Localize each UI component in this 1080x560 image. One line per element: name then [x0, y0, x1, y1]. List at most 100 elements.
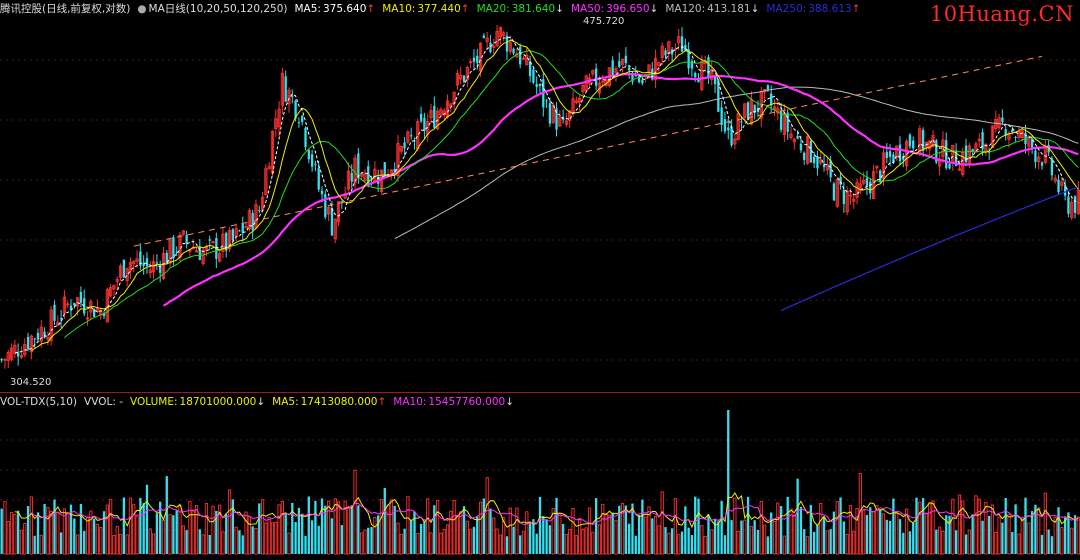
candle-body-268 [885, 151, 888, 159]
stock-title: 腾讯控股(日线,前复权,对数) [0, 3, 131, 15]
volume-bar-46 [151, 533, 156, 555]
candle-body-180 [594, 68, 598, 86]
volume-bar-13 [43, 503, 46, 554]
volume-bar-68 [225, 514, 228, 554]
volume-bar-326 [1076, 516, 1080, 555]
volume-bar-74 [244, 511, 248, 555]
volume-bar-112 [370, 526, 373, 554]
volume-bars [0, 410, 1080, 555]
candle-body-246 [812, 156, 816, 164]
volume-bar-244 [805, 536, 810, 555]
volume-bar-155 [512, 526, 515, 554]
ma-item-0-arrow: ↑ [366, 3, 376, 15]
volume-bar-290 [957, 494, 962, 555]
volume-bar-311 [1027, 522, 1031, 555]
volume-bar-50 [165, 476, 168, 554]
candle-body-127 [419, 113, 423, 122]
volume-bar-277 [915, 497, 918, 554]
volume-bar-284 [938, 526, 942, 555]
candle-body-94 [310, 154, 314, 167]
grid-lines [0, 59, 1080, 531]
volume-bar-119 [393, 505, 396, 554]
volume-bar-63 [208, 534, 211, 554]
volume-bar-15 [49, 510, 53, 555]
candle-body-11 [36, 332, 40, 340]
volume-bar-105 [346, 506, 351, 555]
volume-bar-261 [862, 509, 866, 555]
candle-body-86 [284, 76, 287, 102]
ma10-line [31, 39, 1079, 352]
volume-bar-317 [1047, 529, 1050, 554]
volume-bar-203 [670, 528, 674, 554]
volume-bar-249 [822, 517, 826, 554]
volume-bar-144 [476, 516, 479, 554]
volume-bar-53 [175, 510, 178, 554]
candle-body-206 [680, 36, 684, 52]
volume-bar-38 [125, 534, 129, 555]
candle-body-251 [829, 160, 832, 178]
volume-bar-86 [284, 513, 287, 554]
ma-item-0: MA5: 375.640↑ [295, 3, 376, 15]
candle-body-144 [476, 55, 479, 63]
volume-bar-256 [845, 533, 849, 555]
volume-bar-37 [122, 497, 126, 554]
volume-bar-303 [1001, 522, 1004, 554]
candle-body-73 [241, 223, 244, 233]
candle-body-303 [1001, 117, 1004, 123]
volume-bar-222 [733, 497, 737, 555]
volume-bar-192 [634, 535, 637, 554]
volume-bar-59 [194, 504, 199, 555]
volume-bar-35 [115, 526, 119, 555]
indicator-dot: ● [137, 3, 147, 15]
volume-bar-198 [653, 515, 658, 555]
volume-bar-275 [908, 531, 912, 554]
candle-body-218 [720, 107, 723, 126]
volume-bar-234 [772, 520, 777, 555]
candle-body-98 [324, 194, 327, 218]
volume-bar-80 [264, 522, 268, 555]
vol-item-1-label: MA5: [272, 396, 299, 408]
volume-bar-1 [3, 501, 7, 555]
volume-header: VOL-TDX(5,10) VVOL: - VOLUME: 18701000.000↓… [0, 393, 528, 411]
vol-item-2-label: MA10: [393, 396, 427, 408]
volume-bar-150 [495, 528, 499, 555]
candle-body-214 [707, 57, 710, 79]
candle-body-194 [641, 79, 644, 84]
candle-body-131 [433, 105, 436, 128]
volume-bar-295 [974, 495, 978, 555]
volume-bar-118 [389, 499, 393, 555]
volume-bar-120 [396, 522, 400, 555]
volume-bar-9 [29, 496, 33, 555]
volume-bar-210 [694, 496, 697, 554]
candle-body-201 [664, 50, 667, 56]
volume-bar-221 [730, 520, 733, 554]
volume-bar-89 [294, 522, 297, 554]
volume-bar-199 [657, 525, 661, 555]
volume-bar-109 [360, 532, 364, 555]
volume-bar-211 [697, 498, 700, 554]
candle-body-63 [208, 239, 211, 241]
volume-bar-163 [538, 496, 542, 554]
chart-area: 腾讯控股(日线,前复权,对数) ● MA日线(10,20,50,120,250) MA… [0, 0, 1080, 556]
volume-bar-236 [779, 506, 783, 554]
candle-body-91 [301, 115, 304, 123]
ma-item-3-value: 396.650 [606, 3, 650, 15]
volume-bar-205 [677, 534, 681, 555]
candle-body-13 [43, 331, 46, 338]
volume-bar-248 [819, 502, 823, 555]
vol-item-2-arrow: ↓ [505, 396, 515, 408]
candle-body-16 [53, 304, 56, 321]
volume-bar-128 [423, 521, 426, 554]
volume-bar-130 [429, 532, 433, 555]
vol-item-0-label: VOLUME: [130, 396, 178, 408]
candle-body-108 [357, 153, 360, 179]
candle-body-148 [489, 42, 492, 53]
volume-bar-194 [641, 499, 644, 554]
volume-bar-44 [145, 484, 149, 554]
volume-bar-3 [9, 512, 14, 555]
volume-bar-56 [185, 530, 188, 554]
candle-body-22 [73, 302, 76, 306]
volume-bar-42 [139, 498, 142, 554]
volume-bar-96 [317, 525, 320, 554]
volume-bar-79 [260, 499, 265, 555]
